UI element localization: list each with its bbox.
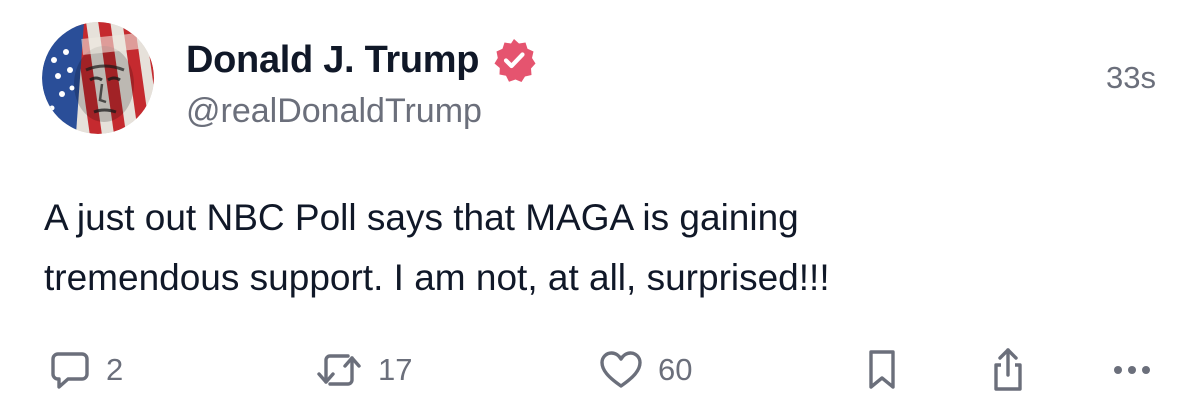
share-button[interactable] xyxy=(986,340,1030,400)
repost-count: 17 xyxy=(378,352,413,387)
avatar-image xyxy=(42,22,154,134)
speech-bubble-icon xyxy=(48,348,92,392)
author-name-row: Donald J. Trump xyxy=(186,34,537,86)
like-button[interactable]: 60 xyxy=(598,340,692,400)
action-bar: 2 17 60 xyxy=(0,340,1200,400)
post-card: Donald J. Trump @realDonaldTrump 33s A j… xyxy=(0,0,1200,418)
like-count: 60 xyxy=(658,352,693,387)
more-dots-icon xyxy=(1110,360,1154,380)
more-options-button[interactable] xyxy=(1110,340,1154,400)
post-timestamp[interactable]: 33s xyxy=(1106,60,1156,96)
bookmark-button[interactable] xyxy=(862,340,902,400)
verified-badge-icon xyxy=(491,37,537,83)
repost-button[interactable]: 17 xyxy=(314,340,412,400)
author-handle[interactable]: @realDonaldTrump xyxy=(186,92,482,131)
avatar[interactable] xyxy=(42,22,154,134)
reply-button[interactable]: 2 xyxy=(48,340,123,400)
heart-icon xyxy=(598,348,644,392)
reply-count: 2 xyxy=(106,352,124,387)
bookmark-icon xyxy=(862,347,902,393)
post-body-text: A just out NBC Poll says that MAGA is ga… xyxy=(44,197,830,298)
share-upload-icon xyxy=(986,345,1030,395)
repost-arrows-icon xyxy=(314,348,364,392)
author-display-name[interactable]: Donald J. Trump xyxy=(186,39,480,82)
